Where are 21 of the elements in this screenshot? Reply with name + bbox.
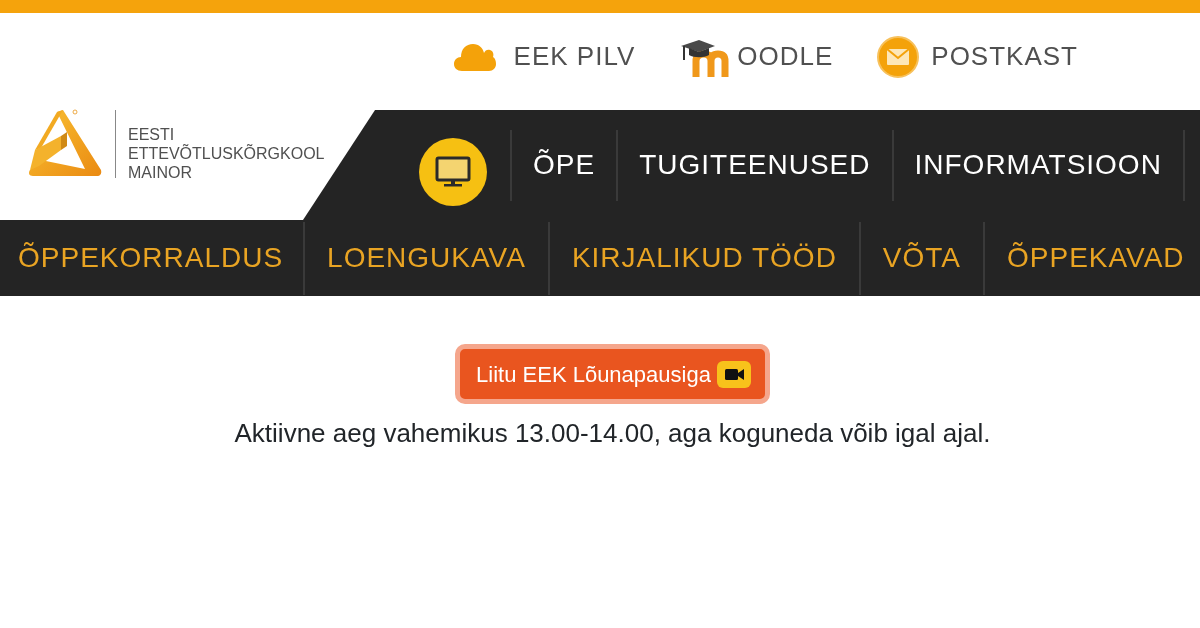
video-camera-icon: [716, 360, 751, 388]
sub-nav-link[interactable]: ÕPPEKORRALDUS: [18, 237, 304, 279]
cloud-icon: [453, 42, 496, 71]
main-nav-link[interactable]: ÕPE: [512, 144, 617, 186]
schedule-note: Aktiivne aeg vahemikus 13.00-14.00, aga koguneda võib igal ajal.: [234, 417, 991, 450]
main-nav-link[interactable]: INFORMATSIOON: [893, 144, 1183, 186]
sub-nav-link[interactable]: ÕPPEKAVAD: [985, 237, 1200, 279]
sub-nav-link[interactable]: KIRJALIKUD TÖÖD: [549, 237, 859, 279]
header-link[interactable]: OODLE: [679, 36, 834, 77]
main-nav-link[interactable]: TUGITEENUSED: [618, 144, 892, 186]
envelope-icon: [877, 35, 920, 78]
sub-nav-link[interactable]: VÕTA: [860, 237, 983, 279]
logo-text-line: ETTEVÕTLUSKÕRGKOOL: [128, 144, 325, 163]
logo-text-line: MAINOR: [128, 163, 193, 182]
header-link[interactable]: EEK PILV: [453, 37, 636, 76]
sub-nav-link[interactable]: LOENGUKAVA: [305, 237, 548, 279]
logo-text-line: EESTI: [128, 125, 176, 144]
triangle-logo-icon: [27, 108, 103, 178]
join-call-button[interactable]: Liitu EEK Lõunapausiga: [455, 344, 770, 404]
header-link[interactable]: POSTKAST: [877, 35, 1078, 78]
monitor-icon[interactable]: [419, 138, 487, 206]
